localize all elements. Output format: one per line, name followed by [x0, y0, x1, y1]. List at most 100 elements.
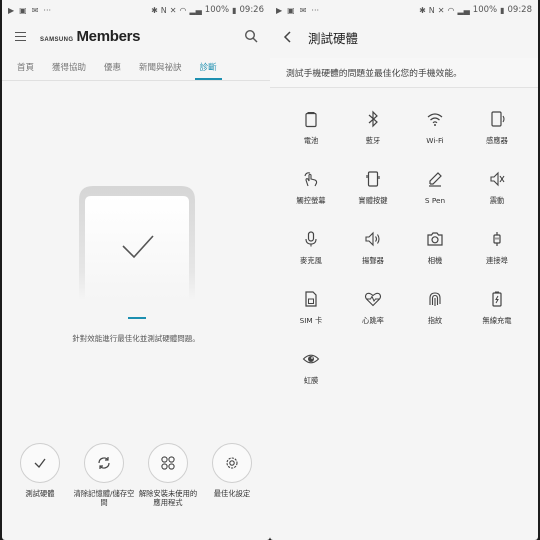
test-label: 實體按鍵	[358, 196, 388, 205]
uninstall-apps-button[interactable]: 解除安裝未使用的應用程式	[137, 443, 199, 508]
hardware-test-grid: 電池 藍牙 Wi-Fi 感應器 觸控螢幕 實體按鍵 S Pen 震動 麥克風 揚…	[280, 104, 528, 404]
test-label: 麥克風	[300, 256, 322, 265]
action-label: 清除記憶體/儲存空間	[73, 489, 135, 508]
page-title: 測試硬體	[308, 30, 359, 46]
image-icon: ▣	[19, 5, 27, 15]
back-icon[interactable]	[282, 30, 294, 44]
test-label: 虹膜	[303, 376, 319, 385]
test-label: 震動	[489, 196, 505, 205]
tab-diagnostics[interactable]: 診斷	[191, 57, 226, 80]
app-bar: SAMSUNG Members	[2, 22, 270, 50]
logo-members-text: Members	[76, 27, 141, 45]
test-fingerprint[interactable]: 指紋	[404, 284, 466, 344]
status-bar: ▶ ▣ ✉ ··· ✱ N ✕ ◠ ▂▄ 100% ▮ 09:28	[270, 0, 538, 20]
members-diagnostics-screen: ▶ ▣ ✉ ··· ✱ N ✕ ◠ ▂▄ 100% ▮ 09:26 SAMSUN…	[2, 0, 270, 540]
mute-status-icon: ✕	[437, 5, 445, 15]
nfc-status-icon: N	[160, 5, 167, 15]
bluetooth-icon	[364, 110, 382, 128]
test-label: SIM 卡	[299, 316, 323, 325]
clock: 09:28	[507, 5, 533, 15]
battery-status-icon: ▮	[500, 5, 505, 15]
logo-samsung-text: SAMSUNG	[40, 36, 74, 43]
sim-card-icon	[302, 290, 320, 308]
apps-grid-icon	[148, 443, 188, 483]
pen-icon	[426, 170, 444, 188]
bluetooth-status-icon: ✱	[419, 5, 426, 15]
test-label: 相機	[427, 256, 443, 265]
test-sensor[interactable]: 感應器	[466, 104, 528, 164]
connector-icon	[488, 230, 506, 248]
test-vibration[interactable]: 震動	[466, 164, 528, 224]
signal-status-icon: ▂▄	[457, 5, 470, 15]
menu-icon[interactable]	[14, 29, 28, 43]
action-label: 最佳化設定	[213, 489, 251, 498]
test-wifi[interactable]: Wi-Fi	[404, 104, 466, 164]
touch-icon	[302, 170, 320, 188]
test-connector[interactable]: 連接埠	[466, 224, 528, 284]
wifi-status-icon: ◠	[447, 5, 455, 15]
image-icon: ▣	[287, 5, 295, 15]
action-label: 測試硬體	[25, 489, 55, 498]
tab-offers[interactable]: 優惠	[95, 57, 130, 79]
test-label: 心跳率	[362, 316, 384, 325]
test-microphone[interactable]: 麥克風	[280, 224, 342, 284]
app-bar: 測試硬體	[270, 22, 538, 52]
battery-percent: 100%	[204, 5, 230, 15]
clear-memory-button[interactable]: 清除記憶體/儲存空間	[73, 443, 135, 508]
test-battery[interactable]: 電池	[280, 104, 342, 164]
phone-check-illustration	[77, 184, 197, 300]
test-physical-keys[interactable]: 實體按鍵	[342, 164, 404, 224]
test-heart-rate[interactable]: 心跳率	[342, 284, 404, 344]
wifi-icon	[426, 110, 444, 128]
sensor-icon	[488, 110, 506, 128]
test-hardware-screen: ▶ ▣ ✉ ··· ✱ N ✕ ◠ ▂▄ 100% ▮ 09:28 測試硬體 測…	[270, 0, 538, 540]
test-bluetooth[interactable]: 藍牙	[342, 104, 404, 164]
test-s-pen[interactable]: S Pen	[404, 164, 466, 224]
microphone-icon	[302, 230, 320, 248]
page-description: 測試手機硬體的問題並最佳化您的手機效能。	[270, 58, 538, 88]
play-icon: ▶	[8, 5, 15, 15]
play-icon: ▶	[276, 5, 283, 15]
more-icon: ···	[43, 5, 52, 15]
diagnostics-caption: 針對效能進行最佳化並測試硬體問題。	[72, 334, 200, 343]
clock: 09:26	[239, 5, 265, 15]
test-label: 連接埠	[486, 256, 508, 265]
test-wireless-charging[interactable]: 無線充電	[466, 284, 528, 344]
gear-icon	[212, 443, 252, 483]
bluetooth-status-icon: ✱	[151, 5, 158, 15]
refresh-icon	[84, 443, 124, 483]
test-label: S Pen	[424, 196, 446, 205]
test-camera[interactable]: 相機	[404, 224, 466, 284]
quick-actions: 測試硬體 清除記憶體/儲存空間 解除安裝未使用的應用程式 最佳化設定	[2, 443, 270, 508]
mute-status-icon: ✕	[169, 5, 177, 15]
tab-news-tips[interactable]: 新聞與祕訣	[130, 57, 191, 79]
tab-home[interactable]: 首頁	[8, 57, 43, 79]
signal-status-icon: ▂▄	[189, 5, 202, 15]
status-bar: ▶ ▣ ✉ ··· ✱ N ✕ ◠ ▂▄ 100% ▮ 09:26	[2, 0, 270, 20]
tab-get-help[interactable]: 獲得協助	[43, 57, 95, 79]
vibration-icon	[488, 170, 506, 188]
action-label: 解除安裝未使用的應用程式	[138, 489, 198, 508]
check-icon	[20, 443, 60, 483]
battery-icon	[302, 110, 320, 128]
phone-keys-icon	[364, 170, 382, 188]
speaker-icon	[364, 230, 382, 248]
test-speaker[interactable]: 揚聲器	[342, 224, 404, 284]
iris-icon	[302, 350, 320, 368]
test-label: 感應器	[486, 136, 508, 145]
optimize-settings-button[interactable]: 最佳化設定	[201, 443, 263, 508]
progress-indicator	[128, 317, 146, 319]
battery-status-icon: ▮	[232, 5, 237, 15]
search-icon[interactable]	[244, 29, 258, 43]
test-iris[interactable]: 虹膜	[280, 344, 342, 404]
test-hardware-button[interactable]: 測試硬體	[9, 443, 71, 508]
battery-percent: 100%	[472, 5, 498, 15]
test-touch-screen[interactable]: 觸控螢幕	[280, 164, 342, 224]
more-icon: ···	[311, 5, 320, 15]
test-sim-card[interactable]: SIM 卡	[280, 284, 342, 344]
camera-icon	[426, 230, 444, 248]
wifi-status-icon: ◠	[179, 5, 187, 15]
test-label: 無線充電	[482, 316, 512, 325]
test-label: 藍牙	[365, 136, 381, 145]
test-label: 觸控螢幕	[296, 196, 326, 205]
